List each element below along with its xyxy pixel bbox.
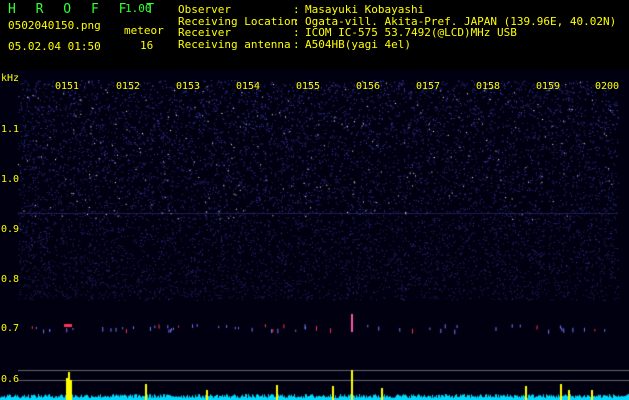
spectrogram-canvas: [0, 70, 629, 400]
y-tick-label: 1.1: [1, 124, 20, 135]
y-tick-label: 1.0: [1, 174, 20, 185]
station-info: Observer: Masayuki Kobayashi Receiving Lo…: [178, 4, 616, 50]
time-label: 0152: [116, 81, 141, 92]
time-label: 0159: [536, 81, 561, 92]
info-row-antenna: Receiving antenna: A504HB(yagi 4el): [178, 37, 616, 51]
time-label: 0200: [595, 81, 620, 92]
info-key: Observer: [178, 3, 231, 16]
y-unit-label: kHz: [1, 73, 20, 84]
meteor-count: 16: [140, 39, 154, 52]
y-tick-label: 0.9: [1, 224, 20, 235]
time-label: 0151: [55, 81, 80, 92]
y-tick-label: 0.6: [1, 374, 20, 385]
y-tick-label: 0.7: [1, 323, 20, 334]
info-sep: :: [293, 37, 300, 51]
time-label: 0158: [476, 81, 501, 92]
datetime-label: 05.02.04 01:50: [8, 40, 101, 53]
filename-label: 0502040150.png: [8, 19, 101, 32]
time-label: 0154: [236, 81, 261, 92]
info-key: Receiving antenna: [178, 37, 291, 51]
info-value: A504HB(yagi 4el): [305, 37, 411, 51]
time-label: 0153: [176, 81, 201, 92]
y-tick-label: 0.8: [1, 274, 20, 285]
time-label: 0155: [296, 81, 321, 92]
time-label: 0156: [356, 81, 381, 92]
info-key: Receiver: [178, 26, 231, 39]
time-label: 0157: [416, 81, 441, 92]
info-sep: :: [293, 26, 300, 39]
version-label: 1.00: [125, 2, 152, 15]
info-sep: :: [293, 3, 300, 16]
meteor-label: meteor: [124, 24, 164, 37]
